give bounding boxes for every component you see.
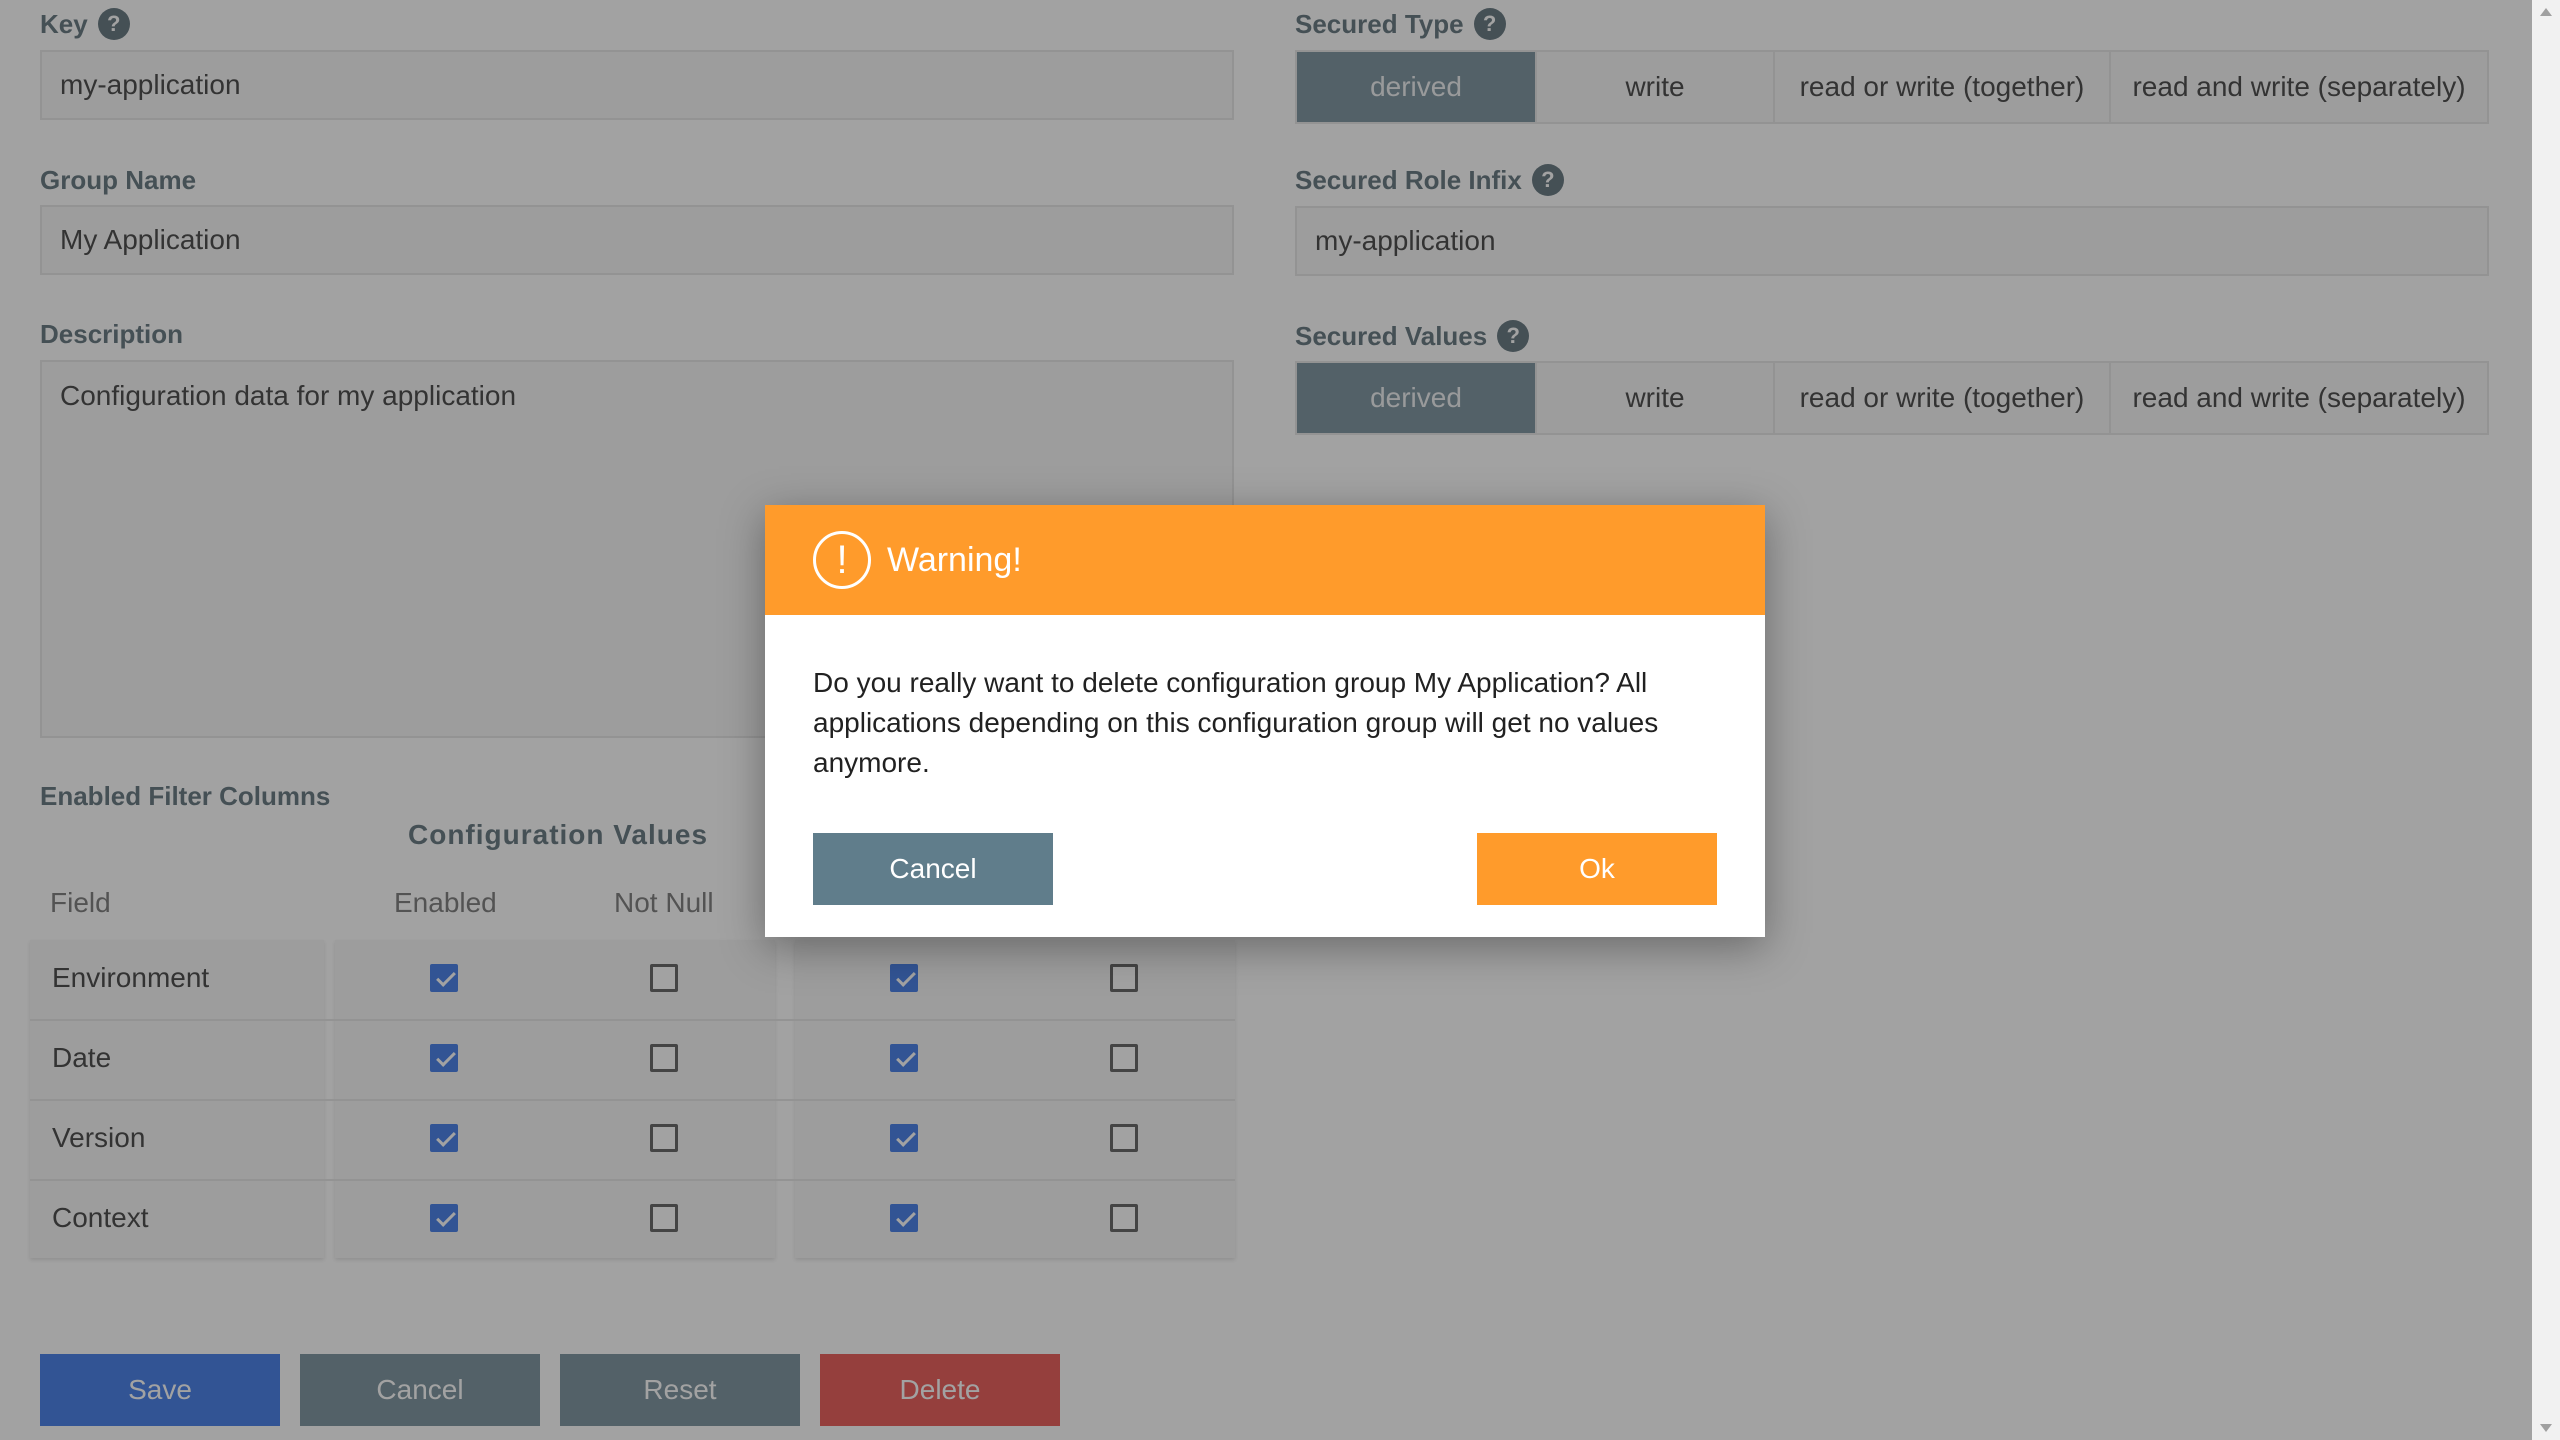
page-scrollbar[interactable] [2532,0,2560,1440]
scroll-up-icon[interactable] [2540,8,2552,16]
dialog-cancel-button[interactable]: Cancel [813,833,1053,905]
dialog-header: ! Warning! [765,505,1765,615]
dialog-message: Do you really want to delete configurati… [813,667,1659,778]
dialog-title: Warning! [887,540,1022,579]
warning-dialog: ! Warning! Do you really want to delete … [765,505,1765,937]
dialog-ok-button[interactable]: Ok [1477,833,1717,905]
scroll-down-icon[interactable] [2540,1424,2552,1432]
warning-icon: ! [813,531,871,589]
